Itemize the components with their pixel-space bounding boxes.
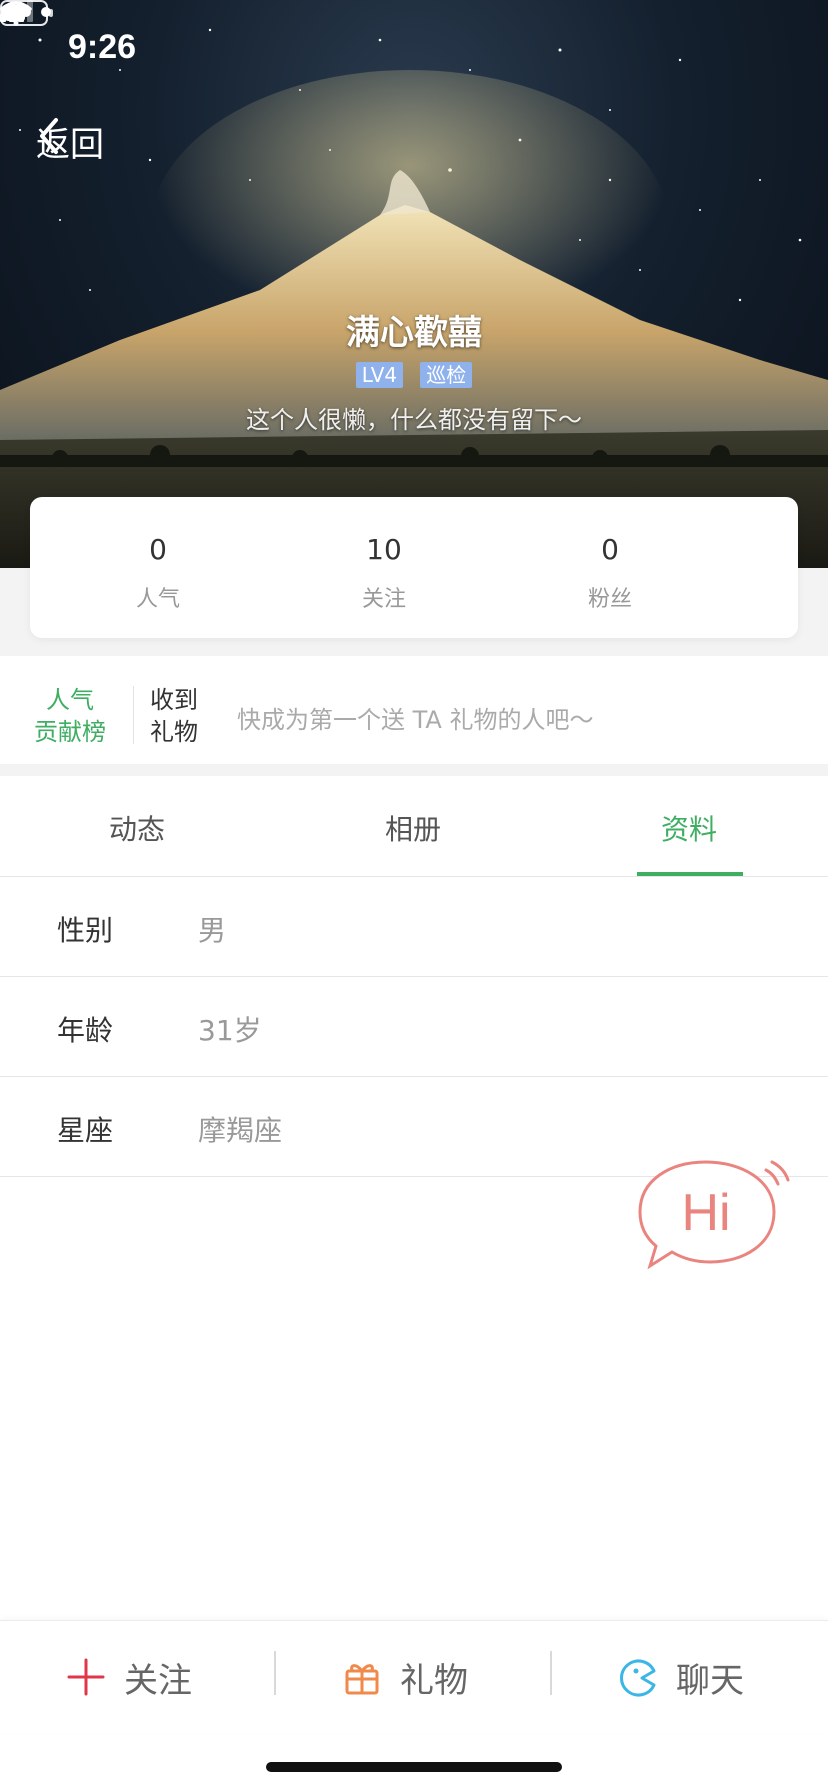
follow-label: 关注 [124,1660,192,1701]
status-bar: 9:26 [0,0,828,100]
profile-header-background: 9:26 返回 满心歡囍 LV4 巡检 这个人很懒，什么都没有留下～ [0,0,828,568]
home-indicator [266,1762,562,1772]
info-value: 31岁 [198,1014,262,1047]
more-dots-icon[interactable] [0,0,52,24]
info-value: 男 [198,914,227,947]
gift-button[interactable]: 礼物 [342,1655,468,1701]
chat-icon [620,1659,656,1697]
stats-card: 0 人气 10 关注 0 粉丝 [30,497,798,638]
contribution-rank-link[interactable]: 人气 贡献榜 [22,684,118,748]
stat-fans[interactable]: 0 粉丝 [497,497,723,638]
profile-tabs: 动态 相册 资料 [0,776,828,877]
received-line2: 礼物 [150,718,198,746]
stat-value: 0 [601,533,619,566]
tab-profile-info[interactable]: 资料 [599,808,779,848]
info-row-age: 年龄 31岁 [0,977,828,1077]
received-gifts-title: 收到 礼物 [150,684,216,748]
info-row-gender: 性别 男 [0,877,828,977]
role-badge: 巡检 [420,362,473,388]
stat-label: 人气 [135,587,180,612]
stat-following[interactable]: 10 关注 [271,497,497,638]
badge-group: LV4 巡检 [0,362,828,388]
bottom-action-bar: 关注 礼物 聊天 [0,1620,828,1733]
stat-value: 0 [149,533,167,566]
stat-label: 关注 [361,587,406,612]
gift-section: 人气 贡献榜 收到 礼物 快成为第一个送 TA 礼物的人吧～ [0,656,828,764]
info-value: 摩羯座 [198,1114,283,1147]
gift-empty-text: 快成为第一个送 TA 礼物的人吧～ [237,706,594,734]
rank-line2: 贡献榜 [34,718,106,746]
tab-moments[interactable]: 动态 [47,808,227,848]
active-tab-indicator [637,872,743,876]
status-time: 9:26 [68,28,137,66]
stat-popularity[interactable]: 0 人气 [45,497,271,638]
hi-text: Hi [681,1184,730,1242]
section-separator [0,764,828,776]
gift-label: 礼物 [400,1660,468,1701]
gift-icon [345,1664,379,1695]
plus-icon [67,1658,105,1696]
info-key: 年龄 [57,1014,114,1047]
stat-label: 粉丝 [587,587,632,612]
chevron-left-icon [40,118,58,154]
info-key: 星座 [57,1114,114,1147]
tab-album[interactable]: 相册 [323,808,503,848]
level-badge: LV4 [355,362,404,388]
divider [274,1651,276,1695]
divider [550,1651,552,1695]
back-button[interactable]: 返回 [36,116,104,166]
stat-value: 10 [366,533,402,566]
nickname: 满心歡囍 [346,313,482,353]
hi-greeting-button[interactable]: Hi [636,1154,796,1276]
chat-button[interactable]: 聊天 [618,1655,744,1701]
follow-button[interactable]: 关注 [66,1655,192,1701]
divider [133,686,134,744]
rank-line1: 人气 [46,686,94,714]
info-key: 性别 [57,914,114,947]
received-line1: 收到 [150,686,198,714]
chat-label: 聊天 [676,1660,744,1701]
bio-text: 这个人很懒，什么都没有留下～ [246,406,582,434]
